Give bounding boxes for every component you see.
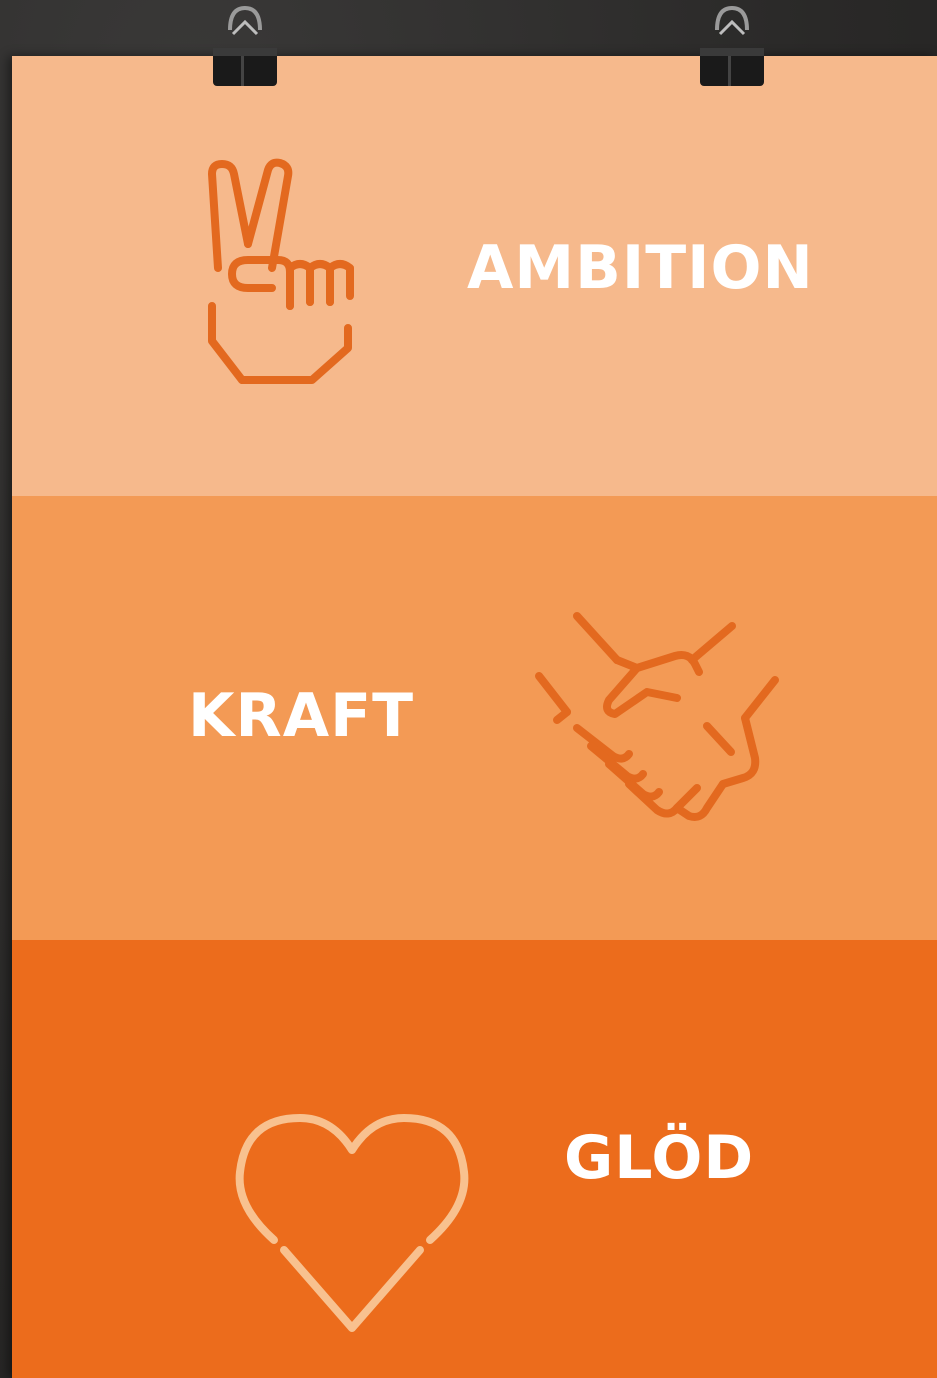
values-poster: AMBITION KRAFT GLÖD — [12, 56, 937, 1378]
binder-clip-icon — [700, 5, 764, 86]
value-band-kraft: KRAFT — [12, 496, 937, 940]
value-word-kraft: KRAFT — [188, 681, 415, 751]
value-word-ambition: AMBITION — [467, 233, 814, 303]
value-band-ambition: AMBITION — [12, 56, 937, 496]
peace-hand-icon — [208, 158, 354, 384]
heart-icon — [235, 1114, 469, 1332]
value-word-glod: GLÖD — [564, 1123, 755, 1193]
binder-clip-icon — [213, 5, 277, 86]
value-band-glod: GLÖD — [12, 940, 937, 1378]
handshake-icon — [535, 612, 779, 821]
